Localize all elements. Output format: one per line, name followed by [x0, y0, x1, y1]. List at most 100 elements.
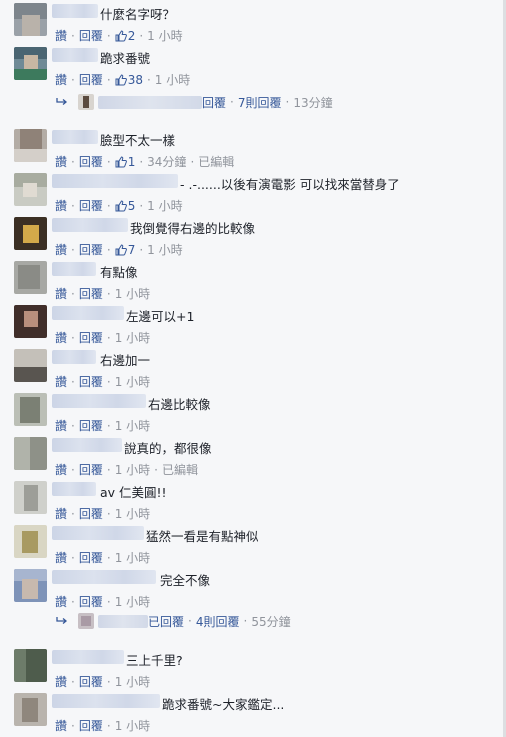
reply-button[interactable]: 回覆	[79, 717, 103, 734]
separator: ·	[106, 242, 111, 257]
separator: ·	[106, 506, 111, 521]
replied-label[interactable]: 回覆	[202, 94, 226, 111]
timestamp[interactable]: 1 小時	[115, 329, 150, 346]
reply-summary[interactable]: 回覆 · 7則回覆 · 13分鐘	[56, 93, 476, 111]
comment-actions: 讚 · 回覆 · 1 小時	[55, 593, 150, 610]
reply-count[interactable]: 7則回覆	[238, 94, 282, 111]
avatar[interactable]	[14, 349, 47, 382]
separator: ·	[71, 718, 75, 733]
like-count[interactable]: 1	[128, 155, 136, 169]
avatar[interactable]	[14, 437, 47, 470]
like-button[interactable]: 讚	[55, 329, 67, 346]
commenter-name[interactable]	[52, 174, 178, 188]
like-button[interactable]: 讚	[55, 71, 67, 88]
reply-button[interactable]: 回覆	[79, 153, 103, 170]
commenter-name[interactable]	[52, 350, 96, 364]
timestamp[interactable]: 1 小時	[155, 71, 190, 88]
timestamp[interactable]: 1 小時	[115, 673, 150, 690]
edited-label[interactable]: 已編輯	[162, 461, 198, 478]
avatar[interactable]	[14, 129, 47, 162]
reply-button[interactable]: 回覆	[79, 241, 103, 258]
timestamp[interactable]: 1 小時	[147, 27, 182, 44]
reply-summary[interactable]: 已回覆 · 4則回覆 · 55分鐘	[56, 612, 476, 630]
separator: ·	[188, 614, 192, 628]
commenter-name[interactable]	[52, 694, 160, 708]
avatar[interactable]	[14, 305, 47, 338]
like-button[interactable]: 讚	[55, 593, 67, 610]
timestamp[interactable]: 1 小時	[147, 241, 182, 258]
like-count[interactable]: 7	[128, 243, 136, 257]
commenter-name[interactable]	[52, 262, 96, 276]
avatar[interactable]	[14, 47, 47, 80]
commenter-name[interactable]	[52, 48, 98, 62]
avatar[interactable]	[14, 393, 47, 426]
commenter-name[interactable]	[52, 570, 156, 584]
like-button[interactable]: 讚	[55, 673, 67, 690]
avatar[interactable]	[14, 649, 47, 682]
commenter-name[interactable]	[52, 130, 98, 144]
reply-button[interactable]: 回覆	[79, 593, 103, 610]
timestamp[interactable]: 1 小時	[115, 549, 150, 566]
commenter-name[interactable]	[52, 438, 122, 452]
like-button[interactable]: 讚	[55, 417, 67, 434]
reply-button[interactable]: 回覆	[79, 373, 103, 390]
like-button[interactable]: 讚	[55, 285, 67, 302]
commenter-name[interactable]	[52, 650, 124, 664]
timestamp[interactable]: 34分鐘	[147, 153, 186, 170]
avatar[interactable]	[14, 481, 47, 514]
reply-button[interactable]: 回覆	[79, 417, 103, 434]
like-button[interactable]: 讚	[55, 197, 67, 214]
timestamp[interactable]: 1 小時	[115, 373, 150, 390]
commenter-name[interactable]	[52, 218, 128, 232]
commenter-name[interactable]	[52, 394, 146, 408]
timestamp[interactable]: 1 小時	[147, 197, 182, 214]
reply-count[interactable]: 4則回覆	[196, 613, 240, 630]
like-button[interactable]: 讚	[55, 505, 67, 522]
avatar[interactable]	[14, 525, 47, 558]
reply-button[interactable]: 回覆	[79, 71, 103, 88]
separator: ·	[106, 330, 111, 345]
like-button[interactable]: 讚	[55, 153, 67, 170]
commenter-name[interactable]	[52, 306, 124, 320]
like-count[interactable]: 38	[128, 73, 143, 87]
thumbs-up-icon	[115, 243, 127, 255]
comment-item: 有點像 讚 · 回覆 · 1 小時	[0, 259, 503, 303]
avatar[interactable]	[14, 217, 47, 250]
like-button[interactable]: 讚	[55, 461, 67, 478]
reply-button[interactable]: 回覆	[79, 505, 103, 522]
like-button[interactable]: 讚	[55, 373, 67, 390]
reply-button[interactable]: 回覆	[79, 673, 103, 690]
commenter-name[interactable]	[52, 482, 96, 496]
comment-text: 右邊比較像	[148, 397, 211, 412]
like-button[interactable]: 讚	[55, 549, 67, 566]
avatar[interactable]	[14, 173, 47, 206]
reply-button[interactable]: 回覆	[79, 197, 103, 214]
commenter-name[interactable]	[52, 4, 98, 18]
like-button[interactable]: 讚	[55, 241, 67, 258]
like-button[interactable]: 讚	[55, 717, 67, 734]
timestamp[interactable]: 1 小時	[115, 717, 150, 734]
reply-button[interactable]: 回覆	[79, 549, 103, 566]
avatar[interactable]	[14, 693, 47, 726]
comment-text: 三上千里?	[126, 653, 183, 668]
edited-label[interactable]: 已編輯	[198, 153, 234, 170]
timestamp[interactable]: 1 小時	[115, 593, 150, 610]
like-count[interactable]: 5	[128, 199, 136, 213]
avatar[interactable]	[14, 3, 47, 36]
separator: ·	[71, 506, 75, 521]
like-button[interactable]: 讚	[55, 27, 67, 44]
timestamp[interactable]: 1 小時	[115, 505, 150, 522]
timestamp[interactable]: 1 小時	[115, 285, 150, 302]
commenter-name[interactable]	[52, 526, 144, 540]
reply-button[interactable]: 回覆	[79, 27, 103, 44]
reply-button[interactable]: 回覆	[79, 285, 103, 302]
timestamp[interactable]: 1 小時	[115, 461, 150, 478]
avatar[interactable]	[14, 261, 47, 294]
timestamp[interactable]: 1 小時	[115, 417, 150, 434]
like-count[interactable]: 2	[128, 29, 136, 43]
reply-button[interactable]: 回覆	[79, 461, 103, 478]
avatar[interactable]	[14, 569, 47, 602]
reply-button[interactable]: 回覆	[79, 329, 103, 346]
replied-label[interactable]: 已回覆	[148, 613, 184, 630]
comment-text: 什麼名字呀？	[100, 7, 176, 22]
